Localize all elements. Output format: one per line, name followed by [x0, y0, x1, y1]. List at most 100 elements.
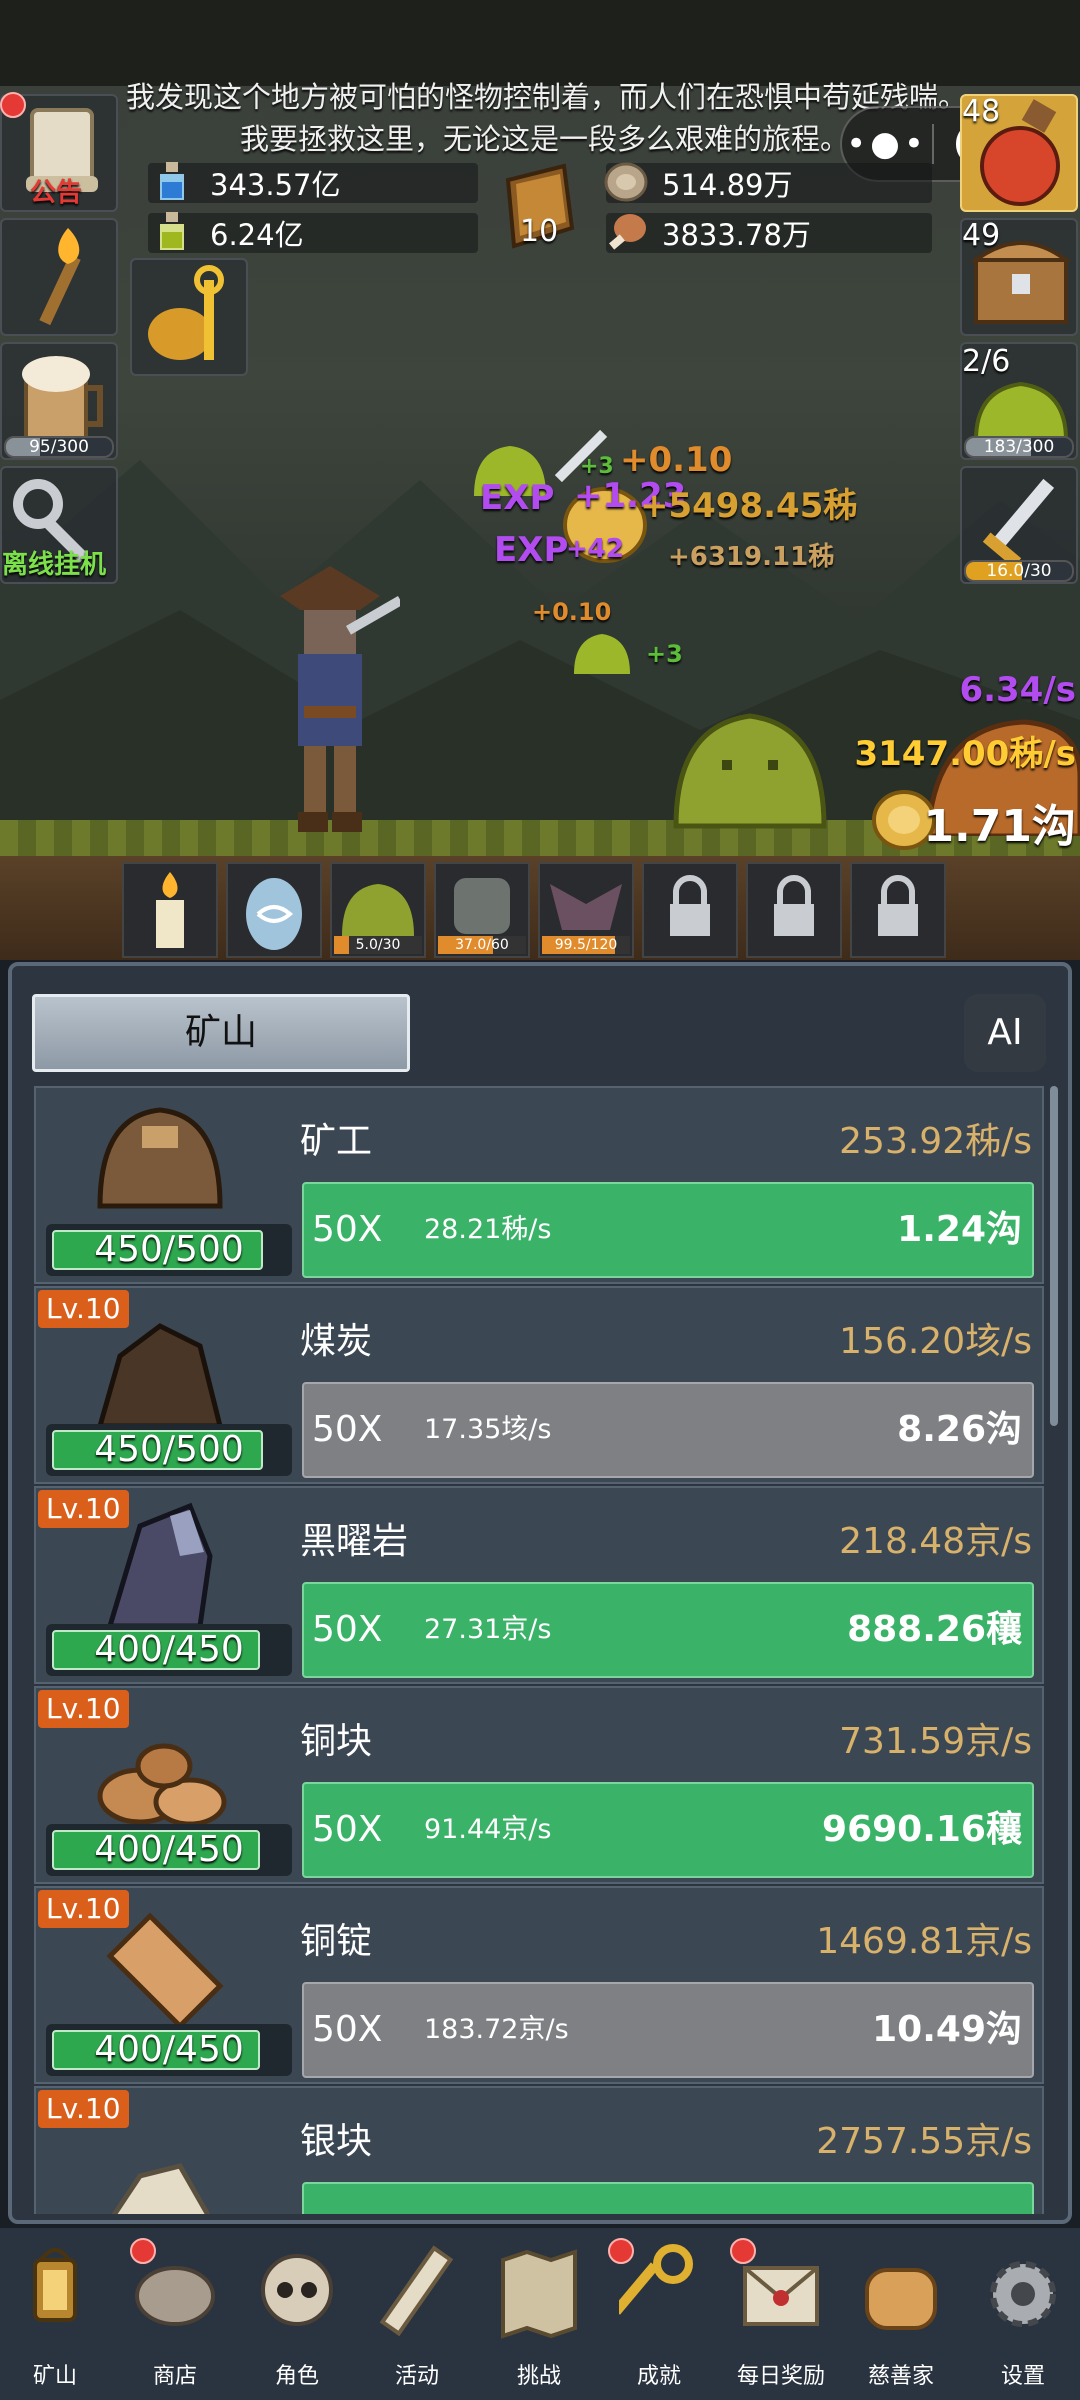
bread-icon: [865, 2268, 937, 2330]
miner-name: 矿工: [300, 1121, 373, 1162]
copper-nugget-upgrade-button[interactable]: 50X 91.44京/s 9690.16穰: [302, 1782, 1034, 1878]
coal-name: 煤炭: [300, 1321, 373, 1362]
silver-nugget-name: 银块: [300, 2121, 373, 2162]
nav-achievement-badge: [608, 2238, 634, 2264]
copper-ingot-cost: 10.49沟: [872, 2009, 1022, 2050]
obsidian-upgrade-button[interactable]: 50X 27.31京/s 888.26穰: [302, 1582, 1034, 1678]
nav-shop[interactable]: 商店: [120, 2238, 230, 2394]
copper-nugget-count: 400/450: [94, 1829, 244, 1870]
mine-row-copper-ingot: Lv.10 400/450 铜锭 1469.81京/s 50X 183.72京/…: [34, 1886, 1044, 2084]
blue-potion-icon: [160, 162, 184, 200]
nav-mine[interactable]: 矿山: [0, 2238, 110, 2394]
nav-challenge-label: 挑战: [516, 2364, 561, 2389]
coal-count-bar: 450/500: [46, 1424, 292, 1476]
slot-slime[interactable]: 5.0/30: [330, 862, 426, 958]
slot-zombie[interactable]: 37.0/60: [434, 862, 530, 958]
slot-egg[interactable]: [226, 862, 322, 958]
silver-coin-amount: 514.89万: [662, 168, 793, 202]
nav-achievement[interactable]: 成就: [604, 2238, 714, 2394]
coal-rate: 156.20垓/s: [839, 1321, 1032, 1362]
tankard-progress-text: 95/300: [29, 437, 89, 457]
copper-ingot-upgrade-button[interactable]: 50X 183.72京/s 10.49沟: [302, 1982, 1034, 2078]
copper-ingot-count-bar: 400/450: [46, 2024, 292, 2076]
slot-locked-1[interactable]: [642, 862, 738, 958]
mine-row-obsidian: Lv.10 400/450 黑曜岩 218.48京/s 50X 27.31京/s…: [34, 1486, 1044, 1684]
slot-slime-bar: 5.0/30: [334, 936, 422, 954]
coin-total: 1.71沟: [923, 801, 1076, 852]
candle-icon: [156, 872, 184, 948]
mine-row-coal: Lv.10 450/500 煤炭 156.20垓/s 50X 17.35垓/s …: [34, 1286, 1044, 1484]
silver-nugget-level-badge: Lv.10: [38, 2090, 129, 2128]
nav-daily-reward[interactable]: 每日奖励: [726, 2238, 836, 2394]
float-text-8: +3: [580, 454, 614, 479]
battle-scene: 我发现这个地方被可怕的怪物控制着，而人们在恐惧中苟延残喘。 我要拯救这里，无论这…: [0, 0, 1080, 960]
tankard-progress: 95/300: [4, 436, 114, 458]
mine-list-scrollbar[interactable]: [1050, 1086, 1058, 2214]
miner-upgrade-button[interactable]: 50X 28.21秭/s 1.24沟: [302, 1182, 1034, 1278]
copper-nugget-cost: 9690.16穰: [822, 1809, 1022, 1850]
nav-events-label: 活动: [394, 2364, 439, 2389]
slime-wave-count: 2/6: [962, 344, 1011, 379]
slime-progress-text: 183/300: [983, 437, 1055, 457]
skull-icon: [261, 2254, 333, 2326]
nav-settings[interactable]: 设置: [968, 2238, 1078, 2394]
scrollbar-thumb[interactable]: [1050, 1086, 1058, 1426]
miner-cost: 1.24沟: [897, 1209, 1022, 1250]
nav-events[interactable]: 活动: [362, 2238, 472, 2394]
slot-bat-bar: 99.5/120: [542, 936, 630, 954]
tab-mine[interactable]: 矿山: [32, 994, 410, 1072]
offline-idle-label: 离线挂机: [2, 550, 107, 580]
copper-ingot-multiplier: 50X: [312, 2009, 383, 2050]
coin-rate: 3147.00秭/s: [854, 734, 1076, 774]
top-status-bar: [0, 0, 1080, 86]
slot-candle[interactable]: [122, 862, 218, 958]
coal-multiplier: 50X: [312, 1409, 383, 1450]
ai-button[interactable]: AI: [964, 994, 1046, 1072]
nav-challenge[interactable]: 挑战: [484, 2238, 594, 2394]
lock-icon: [774, 875, 814, 936]
float-exp-2: EXP: [494, 530, 569, 570]
nav-settings-label: 设置: [1000, 2364, 1045, 2389]
sword-progress-text: 16.0/30: [986, 561, 1052, 581]
float-text-3: +5498.45秭: [640, 486, 858, 526]
capsule-divider: [932, 124, 934, 164]
nav-daily-reward-badge: [730, 2238, 756, 2264]
float-text-6: +0.10: [532, 598, 612, 626]
miner-increment: 28.21秭/s: [424, 1214, 552, 1245]
golden-key-icon: [148, 265, 224, 360]
coal-count: 450/500: [94, 1429, 244, 1470]
miner-count-bar: 450/500: [46, 1224, 292, 1276]
obsidian-level-badge: Lv.10: [38, 1490, 129, 1528]
slot-locked-2[interactable]: [746, 862, 842, 958]
nav-philanthropist-label: 慈善家: [867, 2364, 934, 2389]
mine-list[interactable]: 450/500 矿工 253.92秭/s 50X 28.21秭/s 1.24沟 …: [34, 1086, 1048, 2214]
nav-character[interactable]: 角色: [242, 2238, 352, 2394]
copper-nugget-level-badge: Lv.10: [38, 1690, 129, 1728]
slot-bat[interactable]: 99.5/120: [538, 862, 634, 958]
copper-nugget-count-bar: 400/450: [46, 1824, 292, 1876]
lock-icon: [670, 875, 710, 936]
torch-button[interactable]: [0, 218, 118, 336]
obsidian-cost: 888.26穰: [847, 1609, 1022, 1650]
more-dots-icon[interactable]: •●•: [842, 124, 932, 164]
slot-locked-3[interactable]: [850, 862, 946, 958]
map-icon: [501, 2249, 577, 2339]
miner-rate: 253.92秭/s: [839, 1121, 1032, 1162]
miner-multiplier: 50X: [312, 1209, 383, 1250]
nav-philanthropist[interactable]: 慈善家: [846, 2238, 956, 2394]
silver-nugget-upgrade-button[interactable]: [302, 2182, 1034, 2214]
obsidian-multiplier: 50X: [312, 1609, 383, 1650]
green-potion-icon: [160, 212, 184, 250]
nav-mine-label: 矿山: [32, 2364, 77, 2389]
float-text-5: +6319.11秭: [668, 542, 835, 572]
nav-achievement-label: 成就: [636, 2364, 681, 2389]
nav-character-label: 角色: [274, 2364, 319, 2389]
copper-nugget-rate: 731.59京/s: [839, 1721, 1032, 1762]
golden-key-chest-button[interactable]: [130, 258, 248, 376]
coal-upgrade-button[interactable]: 50X 17.35垓/s 8.26沟: [302, 1382, 1034, 1478]
copper-ingot-level-badge: Lv.10: [38, 1890, 129, 1928]
nav-shop-label: 商店: [152, 2364, 197, 2389]
chest-count: 49: [962, 218, 1001, 253]
green-potion-bar: 6.24亿: [148, 213, 478, 253]
zombie-slot-icon: [454, 878, 510, 934]
